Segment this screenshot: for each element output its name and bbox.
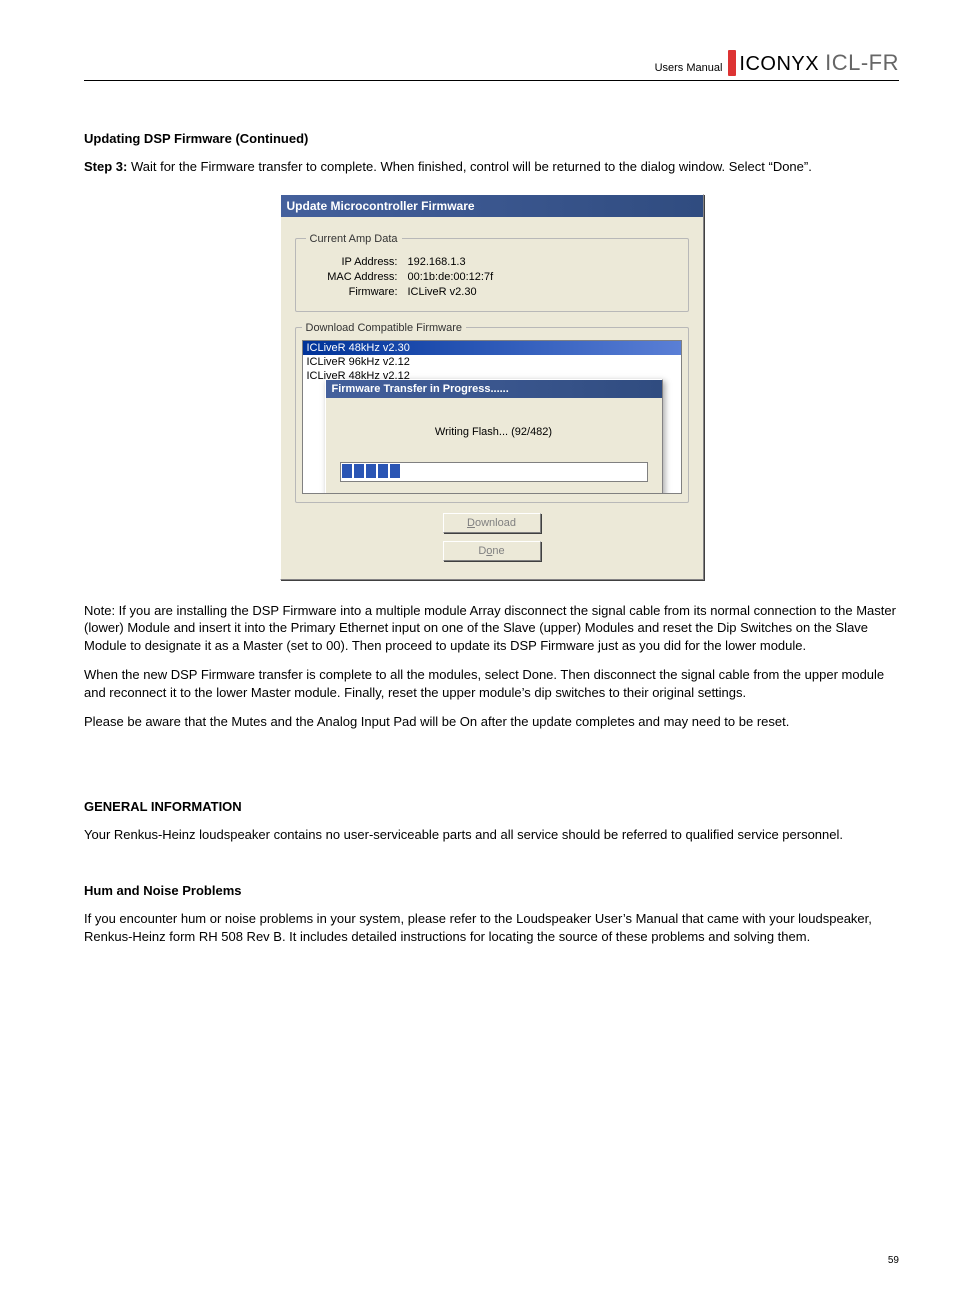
hum-noise-paragraph: If you encounter hum or noise problems i…	[84, 910, 899, 945]
section-title-general: GENERAL INFORMATION	[84, 799, 899, 814]
download-button[interactable]: Download	[443, 513, 541, 533]
firmware-list-item[interactable]: ICLiveR 96kHz v2.12	[303, 355, 681, 369]
brand-name: ICONYX	[739, 53, 819, 76]
brand-accent-bar	[728, 50, 736, 76]
page-header: Users Manual ICONYX ICL-FR	[84, 50, 899, 81]
firmware-label: Firmware:	[306, 286, 408, 298]
download-button-rest: ownload	[475, 517, 516, 529]
firmware-value: ICLiveR v2.30	[408, 286, 678, 298]
firmware-listbox[interactable]: ICLiveR 48kHz v2.30 ICLiveR 96kHz v2.12 …	[302, 340, 682, 494]
current-amp-data-group: Current Amp Data IP Address: 192.168.1.3…	[295, 233, 689, 312]
section-title-updating: Updating DSP Firmware (Continued)	[84, 131, 899, 146]
step-3-paragraph: Step 3: Wait for the Firmware transfer t…	[84, 158, 899, 176]
step-3-text: Wait for the Firmware transfer to comple…	[127, 159, 812, 174]
note-paragraph-1: Note: If you are installing the DSP Firm…	[84, 602, 899, 655]
dialog-titlebar: Update Microcontroller Firmware	[281, 195, 703, 217]
progress-titlebar: Firmware Transfer in Progress......	[326, 380, 662, 398]
step-3-label: Step 3:	[84, 159, 127, 174]
ip-address-label: IP Address:	[306, 256, 408, 268]
progress-dialog: Firmware Transfer in Progress...... Writ…	[325, 379, 663, 494]
note-paragraph-2: When the new DSP Firmware transfer is co…	[84, 666, 899, 701]
download-firmware-group: Download Compatible Firmware ICLiveR 48k…	[295, 322, 689, 503]
header-users-manual: Users Manual	[655, 62, 723, 76]
progress-bar	[340, 462, 648, 482]
firmware-list-item[interactable]: ICLiveR 48kHz v2.30	[303, 341, 681, 355]
brand-logo: ICONYX ICL-FR	[728, 50, 899, 76]
firmware-dialog: Update Microcontroller Firmware Current …	[280, 194, 704, 580]
note-paragraph-3: Please be aware that the Mutes and the A…	[84, 713, 899, 731]
product-code: ICL-FR	[825, 50, 899, 76]
done-button[interactable]: Done	[443, 541, 541, 561]
download-firmware-legend: Download Compatible Firmware	[302, 322, 467, 334]
section-title-hum: Hum and Noise Problems	[84, 883, 899, 898]
done-button-text: Done	[478, 545, 504, 557]
mac-address-label: MAC Address:	[306, 271, 408, 283]
ip-address-value: 192.168.1.3	[408, 256, 678, 268]
page-number: 59	[84, 1255, 899, 1266]
general-info-paragraph: Your Renkus-Heinz loudspeaker contains n…	[84, 826, 899, 844]
current-amp-data-legend: Current Amp Data	[306, 233, 402, 245]
progress-message: Writing Flash... (92/482)	[340, 426, 648, 438]
mac-address-value: 00:1b:de:00:12:7f	[408, 271, 678, 283]
